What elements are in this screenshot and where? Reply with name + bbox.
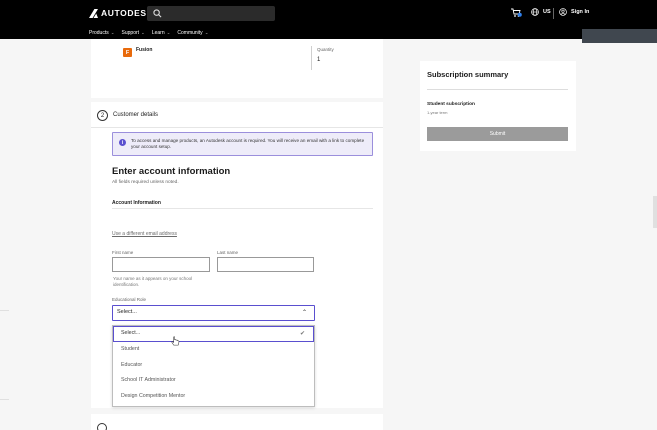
quantity-value: 1 — [317, 57, 321, 63]
checkmark-icon: ✔ — [300, 331, 306, 337]
divider — [0, 310, 9, 311]
summary-title: Subscription summary — [427, 70, 509, 79]
divider — [427, 89, 568, 90]
chevron-down-icon: ⌄ — [166, 30, 171, 35]
globe-icon — [531, 8, 539, 16]
autodesk-logo-icon — [89, 8, 98, 18]
first-name-field[interactable] — [112, 257, 210, 272]
chevron-down-icon: ⌄ — [204, 30, 209, 35]
fusion-product-icon: F — [123, 48, 132, 57]
required-note: All fields required unless noted. — [112, 180, 179, 185]
summary-plan: Student subscription — [427, 102, 475, 107]
top-bar: AUTODESK US Sign In — [0, 0, 657, 27]
nav-item-products[interactable]: Products ⌄ — [89, 30, 115, 36]
educational-role-select[interactable] — [112, 305, 315, 321]
nav-banner — [582, 29, 657, 43]
divider — [311, 46, 312, 70]
dropdown-option[interactable]: Design Competition Mentor — [121, 393, 185, 399]
nav-item-label: Community — [177, 30, 203, 36]
nav-item-label: Learn — [151, 30, 165, 36]
step-title: Customer details — [113, 112, 159, 118]
sign-in-button[interactable]: Sign In — [559, 8, 589, 16]
dropdown-option[interactable]: Student — [121, 346, 139, 352]
dropdown-option[interactable]: School IT Administrator — [121, 377, 176, 383]
step-number — [97, 423, 107, 430]
first-name-label: First name — [112, 250, 134, 255]
last-name-label: Last name — [217, 250, 239, 255]
next-step-card — [91, 414, 383, 430]
nav-item-support[interactable]: Support ⌄ — [122, 30, 145, 36]
summary-term: 1-year term — [427, 110, 448, 115]
dropdown-option-selected[interactable] — [113, 326, 314, 342]
educational-role-label: Educational Role — [112, 297, 147, 302]
nav-item-label: Products — [89, 30, 109, 36]
page-background-left — [0, 39, 90, 430]
nav-item-label: Support — [121, 30, 140, 36]
page-heading: Enter account information — [112, 166, 231, 177]
language-selector[interactable]: US — [531, 8, 551, 16]
search-icon — [153, 9, 162, 18]
nav-item-learn[interactable]: Learn ⌄ — [152, 30, 171, 36]
brand-name: AUTODESK — [101, 8, 154, 18]
dropdown-option[interactable]: Educator — [121, 362, 142, 368]
section-label: Account Information — [112, 200, 161, 206]
autodesk-logo[interactable]: AUTODESK — [89, 8, 153, 18]
main-nav: Products ⌄ Support ⌄ Learn ⌄ Community ⌄ — [0, 27, 657, 39]
submit-button[interactable]: Submit — [427, 127, 568, 141]
search-input[interactable] — [147, 6, 275, 21]
divider — [553, 8, 554, 19]
notice-text: To access and manage products, an Autode… — [131, 138, 365, 149]
divider — [0, 399, 9, 400]
divider — [112, 208, 373, 209]
dropdown-option[interactable]: Select... — [121, 330, 140, 336]
select-value: Select... — [117, 309, 137, 315]
last-name-field[interactable] — [217, 257, 314, 272]
chevron-down-icon: ⌄ — [141, 30, 145, 35]
step-number: 2 — [97, 110, 108, 121]
scrollbar[interactable] — [653, 196, 657, 228]
cart-icon — [511, 8, 522, 17]
product-card — [91, 39, 383, 98]
chevron-down-icon: ⌄ — [110, 30, 115, 35]
different-email-link[interactable]: Use a different email address — [112, 231, 177, 237]
hand-cursor-icon — [171, 336, 180, 346]
first-name-hint: Your name as it appears on your school i… — [113, 276, 193, 287]
product-name: Fusion — [136, 47, 153, 53]
user-icon — [559, 8, 567, 16]
sign-in-label: Sign In — [571, 9, 590, 15]
divider — [91, 127, 383, 128]
nav-item-community[interactable]: Community ⌄ — [177, 30, 208, 36]
info-icon: i — [119, 139, 126, 146]
language-label: US — [543, 9, 551, 15]
chevron-up-icon: ⌃ — [302, 310, 308, 316]
quantity-label: Quantity — [317, 47, 334, 52]
cart-button[interactable] — [511, 8, 522, 18]
